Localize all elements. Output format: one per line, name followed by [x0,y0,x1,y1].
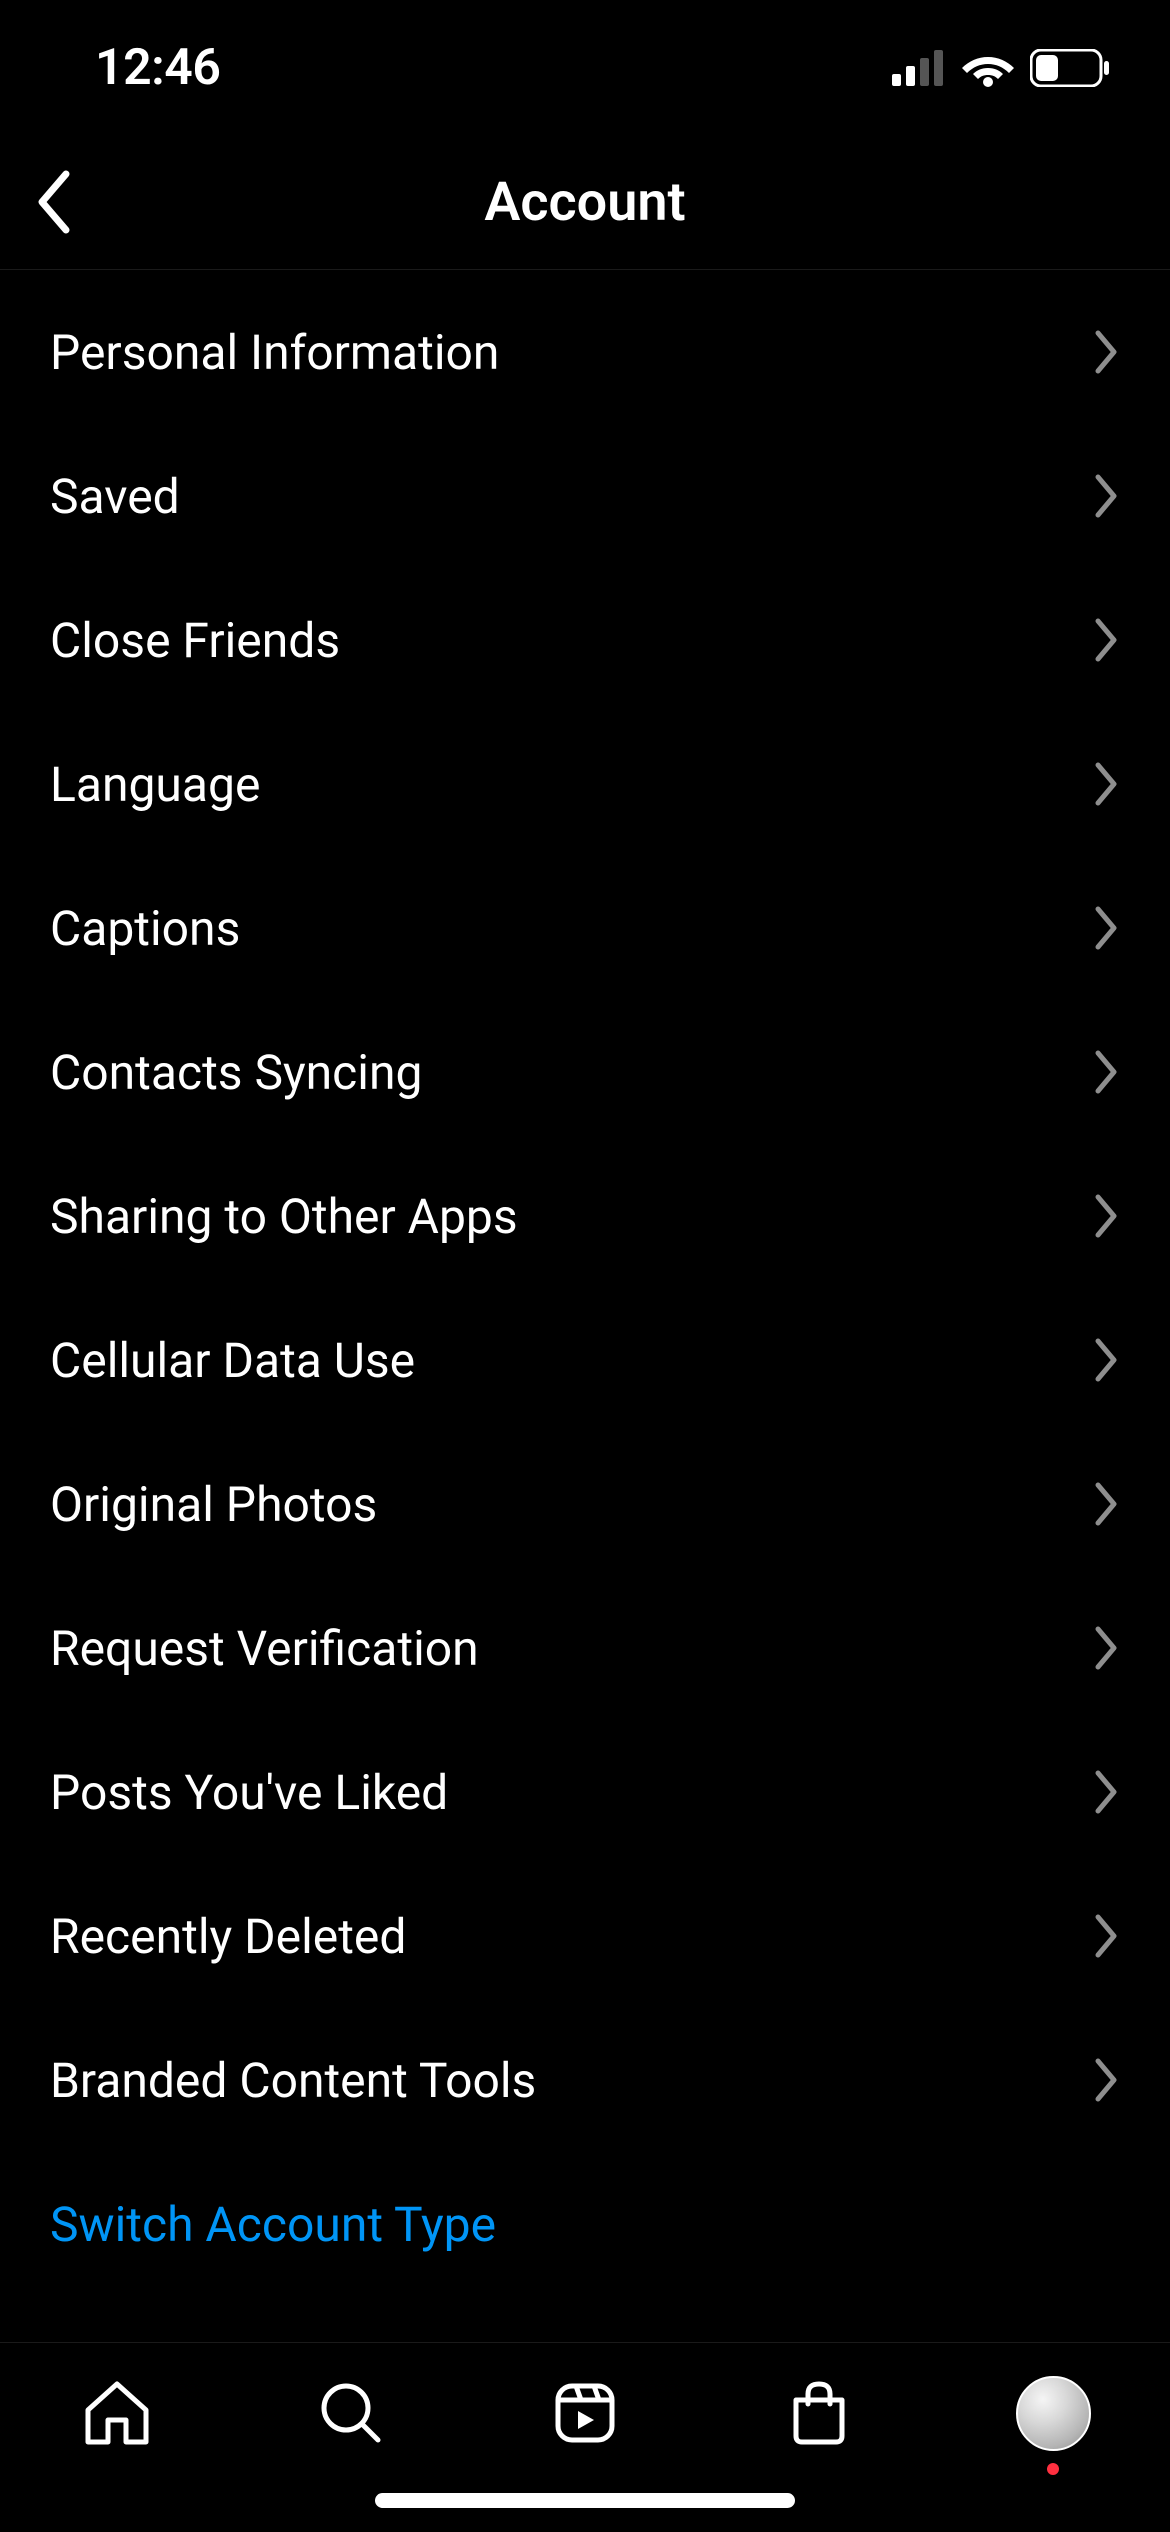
chevron-right-icon [1092,473,1120,519]
status-icons [892,49,1110,87]
chevron-right-icon [1092,2057,1120,2103]
list-item-label: Captions [50,900,240,957]
search-icon [316,2378,386,2448]
list-item-label: Close Friends [50,612,340,669]
status-bar: 12:46 [0,0,1170,135]
switch-account-type-button[interactable]: Switch Account Type [0,2152,1170,2296]
back-button[interactable] [30,166,78,238]
chevron-right-icon [1092,905,1120,951]
tab-profile[interactable] [1013,2373,1093,2453]
chevron-right-icon [1092,1337,1120,1383]
chevron-right-icon [1092,1193,1120,1239]
chevron-right-icon [1092,761,1120,807]
list-item-label: Branded Content Tools [50,2052,536,2109]
shop-icon [784,2378,854,2448]
list-item-branded-content-tools[interactable]: Branded Content Tools [0,2008,1170,2152]
page-title: Account [0,171,1170,234]
list-item-close-friends[interactable]: Close Friends [0,568,1170,712]
wifi-icon [962,49,1014,87]
tab-shop[interactable] [779,2373,859,2453]
home-indicator[interactable] [375,2493,795,2508]
tab-reels[interactable] [545,2373,625,2453]
cellular-icon [892,50,946,86]
list-item-posts-youve-liked[interactable]: Posts You've Liked [0,1720,1170,1864]
list-item-language[interactable]: Language [0,712,1170,856]
notification-dot-icon [1047,2463,1059,2475]
list-item-personal-information[interactable]: Personal Information [0,280,1170,424]
list-item-label: Saved [50,468,180,525]
avatar-icon [1016,2376,1091,2451]
chevron-right-icon [1092,1769,1120,1815]
list-item-label: Language [50,756,260,813]
tab-home[interactable] [77,2373,157,2453]
list-item-label: Posts You've Liked [50,1764,448,1821]
list-item-label: Switch Account Type [50,2196,496,2253]
battery-icon [1030,49,1110,87]
list-item-label: Personal Information [50,324,499,381]
list-item-saved[interactable]: Saved [0,424,1170,568]
list-item-label: Recently Deleted [50,1908,406,1965]
list-item-request-verification[interactable]: Request Verification [0,1576,1170,1720]
chevron-right-icon [1092,1049,1120,1095]
chevron-right-icon [1092,1913,1120,1959]
list-item-recently-deleted[interactable]: Recently Deleted [0,1864,1170,2008]
status-time: 12:46 [95,39,220,97]
chevron-right-icon [1092,329,1120,375]
list-item-contacts-syncing[interactable]: Contacts Syncing [0,1000,1170,1144]
list-item-label: Sharing to Other Apps [50,1188,518,1245]
chevron-left-icon [30,166,78,238]
list-item-label: Contacts Syncing [50,1044,422,1101]
list-item-captions[interactable]: Captions [0,856,1170,1000]
home-icon [82,2378,152,2448]
list-item-original-photos[interactable]: Original Photos [0,1432,1170,1576]
chevron-right-icon [1092,617,1120,663]
tab-search[interactable] [311,2373,391,2453]
nav-header: Account [0,135,1170,270]
list-item-label: Request Verification [50,1620,479,1677]
chevron-right-icon [1092,1481,1120,1527]
chevron-right-icon [1092,1625,1120,1671]
list-item-label: Original Photos [50,1476,377,1533]
reels-icon [550,2378,620,2448]
list-item-label: Cellular Data Use [50,1332,415,1389]
settings-list: Personal Information Saved Close Friends… [0,270,1170,2296]
list-item-cellular-data-use[interactable]: Cellular Data Use [0,1288,1170,1432]
list-item-sharing-to-other-apps[interactable]: Sharing to Other Apps [0,1144,1170,1288]
